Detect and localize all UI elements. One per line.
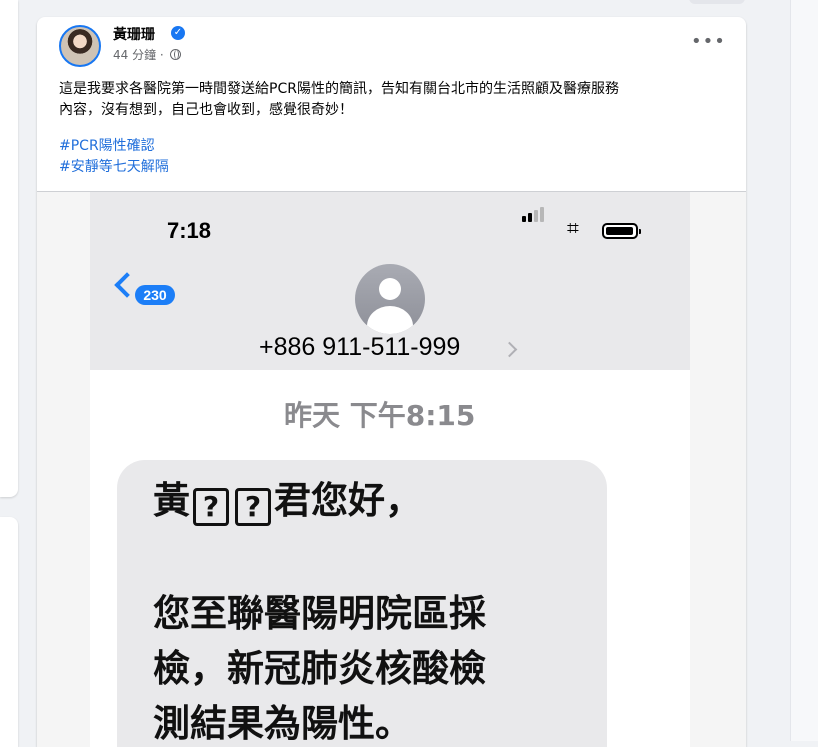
verified-badge-icon: ✓ — [171, 26, 185, 40]
greeting-prefix: 黃 — [153, 479, 190, 522]
post-photo[interactable]: 7:18 ⌗ 230 +886 911-511-999 昨天 下午8:15 黃?… — [37, 191, 746, 747]
contact-phone-number[interactable]: +886 911-511-999 — [259, 333, 460, 362]
author-avatar[interactable] — [59, 25, 101, 67]
sms-header: 7:18 ⌗ 230 +886 911-511-999 — [90, 192, 690, 370]
left-sidebar-card-lower — [0, 517, 18, 747]
message-line: 檢，新冠肺炎核酸檢 — [153, 647, 486, 690]
meta-separator: · — [159, 48, 164, 62]
post-body-line: 內容，沒有想到，自己也會收到，感覺很奇妙！ — [59, 102, 353, 118]
post-meta: 44 分鐘 · — [113, 46, 181, 63]
left-sidebar-card — [0, 0, 18, 497]
battery-icon — [602, 223, 641, 239]
chevron-right-icon[interactable] — [501, 341, 518, 358]
wifi-icon: ⌗ — [567, 216, 579, 240]
greeting-suffix: 君您好， — [274, 479, 422, 522]
back-unread-badge[interactable]: 230 — [135, 285, 175, 305]
message-line: 黃?? 君您好， — [153, 478, 422, 526]
post-timestamp[interactable]: 44 分鐘 — [113, 48, 156, 62]
more-options-icon[interactable]: ••• — [691, 31, 726, 52]
message-date: 昨天 下午8:15 — [284, 399, 476, 432]
missing-glyph-icon: ? — [235, 488, 271, 526]
hashtag-link[interactable]: #安靜等七天解隔 — [59, 156, 169, 176]
post-body: 這是我要求各醫院第一時間發送給PCR陽性的簡訊，告知有關台北市的生活照顧及醫療服… — [59, 79, 729, 121]
globe-icon[interactable] — [169, 49, 181, 60]
hashtag-link[interactable]: #PCR陽性確認 — [59, 135, 155, 155]
status-bar-time: 7:18 — [167, 218, 212, 243]
right-pane — [790, 0, 818, 741]
contact-avatar[interactable] — [355, 264, 425, 334]
post-body-line: 這是我要求各醫院第一時間發送給PCR陽性的簡訊，告知有關台北市的生活照顧及醫療服… — [59, 81, 619, 97]
author-name[interactable]: 黃珊珊 — [113, 24, 155, 44]
message-line: 測結果為陽性。 — [153, 702, 412, 745]
sms-thread: 昨天 下午8:15 黃?? 君您好， 您至聯醫陽明院區採 檢，新冠肺炎核酸檢 測結… — [90, 370, 690, 747]
missing-glyph-icon: ? — [193, 488, 229, 526]
message-line: 您至聯醫陽明院區採 — [153, 592, 486, 635]
top-toolbar-button[interactable] — [689, 0, 745, 4]
facebook-post: 黃珊珊 ✓ 44 分鐘 · ••• 這是我要求各醫院第一時間發送給PCR陽性的簡… — [37, 17, 746, 747]
